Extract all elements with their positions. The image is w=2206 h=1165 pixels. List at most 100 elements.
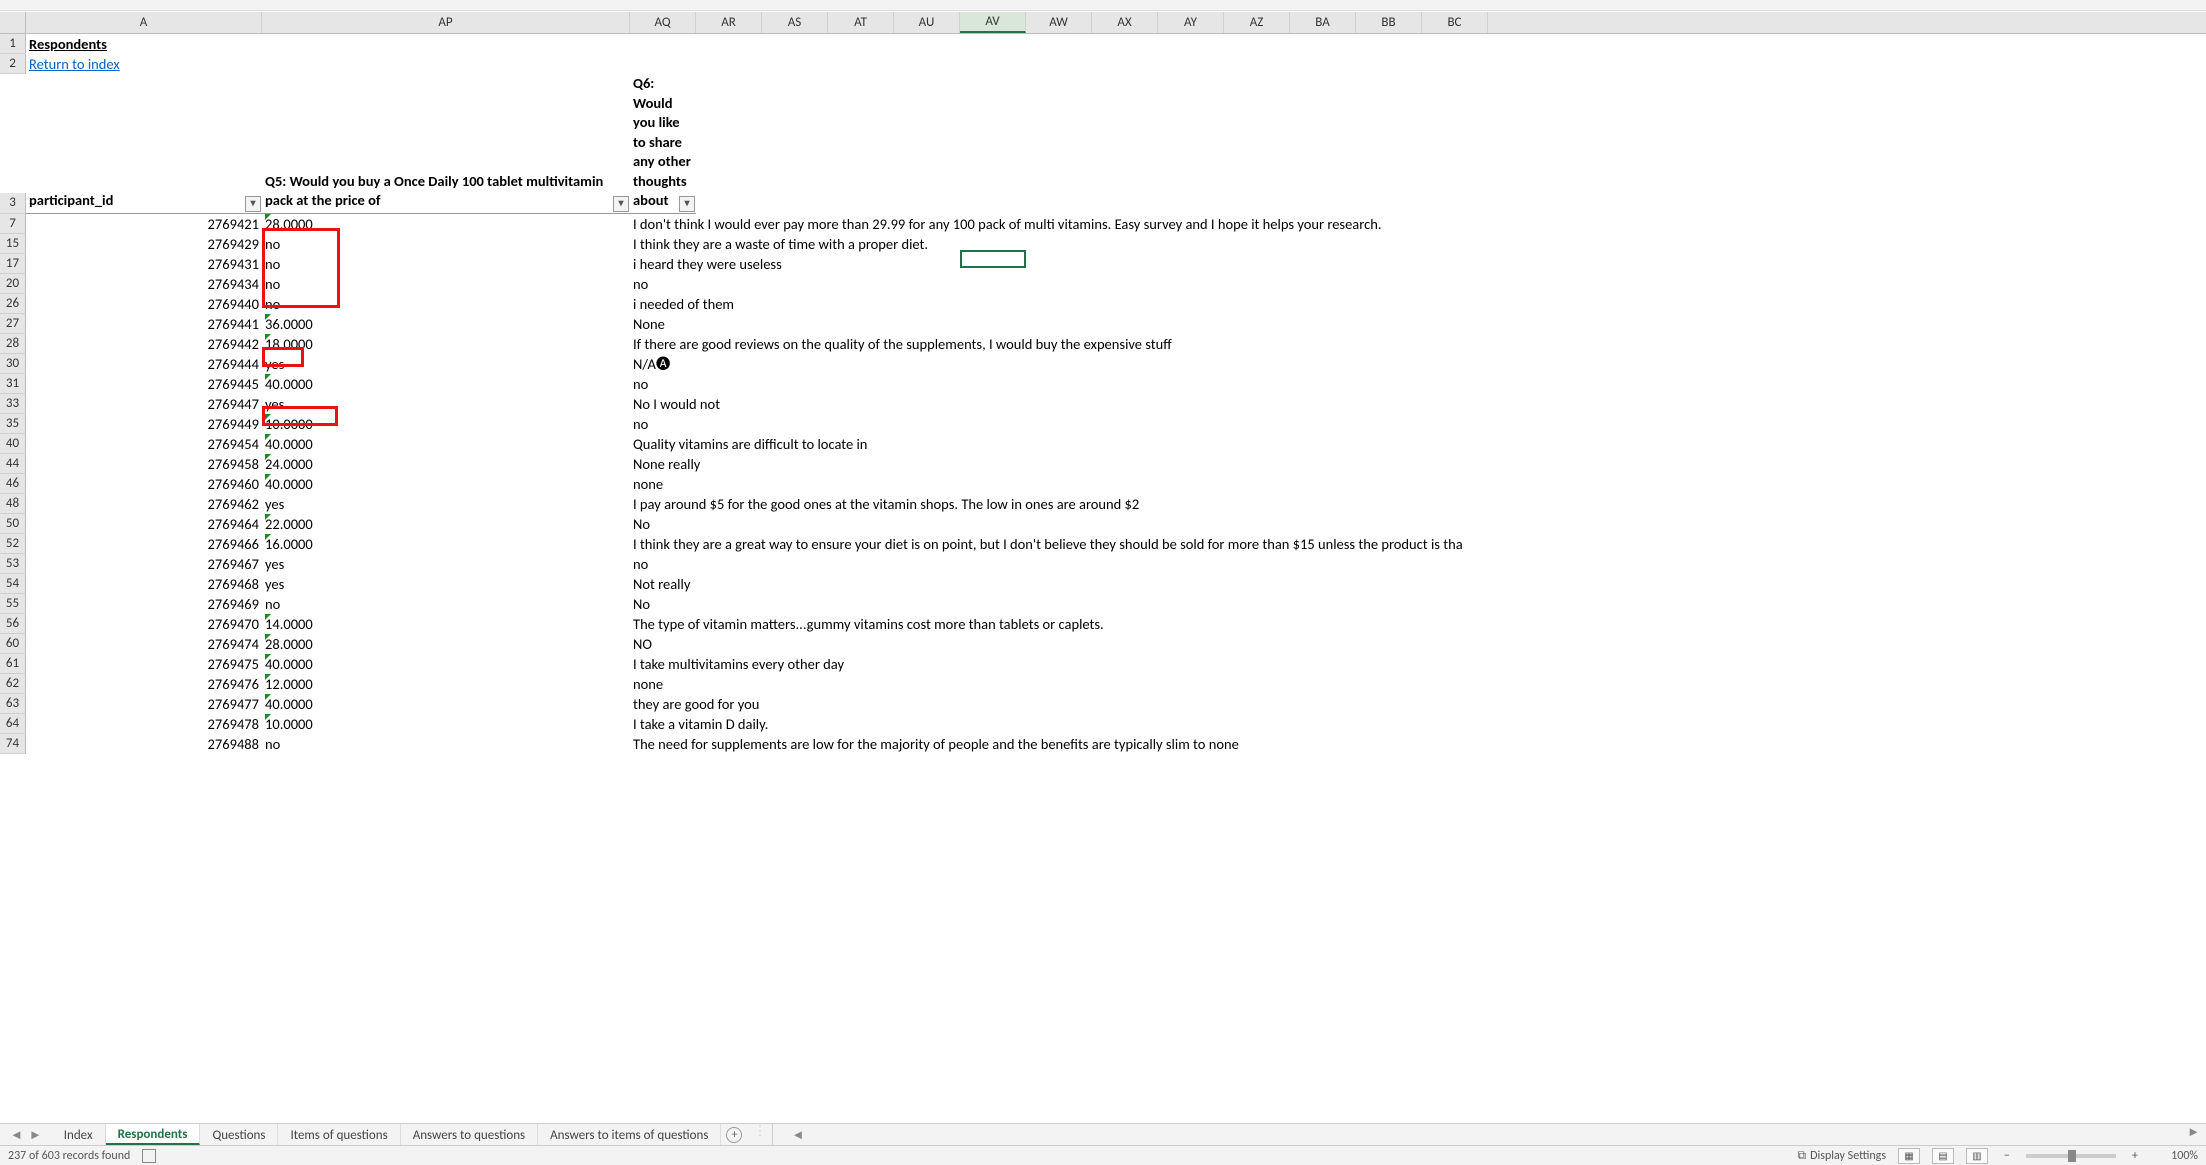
column-header-AP[interactable]: AP — [262, 12, 630, 33]
row-header[interactable]: 35 — [0, 414, 26, 434]
row-header[interactable]: 53 — [0, 554, 26, 574]
cell-AQ[interactable]: Q6: Would you like to share any other th… — [630, 74, 696, 214]
cell-A[interactable]: participant_id — [26, 74, 262, 214]
cell-AP[interactable]: 16.0000 — [262, 534, 630, 554]
view-page-break-button[interactable]: ▥ — [1966, 1148, 1988, 1164]
cell-AP[interactable]: yes — [262, 354, 630, 374]
column-header-AS[interactable]: AS — [762, 12, 828, 33]
row-header[interactable]: 1 — [0, 34, 26, 54]
cell-AP[interactable]: 40.0000 — [262, 694, 630, 714]
cell-A[interactable]: 2769462 — [26, 494, 262, 514]
zoom-slider[interactable] — [2026, 1154, 2116, 1158]
cell-AQ[interactable]: i needed of them — [630, 294, 696, 314]
cell-AP[interactable]: 18.0000 — [262, 334, 630, 354]
filter-button-participant-id[interactable] — [245, 196, 261, 212]
sheet-tab-items-of-questions[interactable]: Items of questions — [278, 1124, 400, 1145]
sheet-title[interactable]: Respondents — [26, 34, 262, 54]
row-header[interactable]: 63 — [0, 694, 26, 714]
cell-AQ[interactable]: The need for supplements are low for the… — [630, 734, 696, 754]
cell-AQ[interactable]: If there are good reviews on the quality… — [630, 334, 696, 354]
cell-AP[interactable]: no — [262, 734, 630, 754]
row-header[interactable]: 7 — [0, 214, 26, 234]
cell-AP[interactable]: 10.0000 — [262, 414, 630, 434]
cell-A[interactable]: 2769488 — [26, 734, 262, 754]
cell-AP[interactable]: yes — [262, 394, 630, 414]
cell-A[interactable]: 2769458 — [26, 454, 262, 474]
cell-AQ[interactable]: None really — [630, 454, 696, 474]
row-header[interactable]: 27 — [0, 314, 26, 334]
row-header[interactable]: 60 — [0, 634, 26, 654]
cell-A[interactable]: 2769469 — [26, 594, 262, 614]
row-header[interactable]: 17 — [0, 254, 26, 274]
zoom-in-button[interactable]: + — [2128, 1149, 2142, 1163]
cell-AQ[interactable]: no — [630, 554, 696, 574]
row-header[interactable]: 31 — [0, 374, 26, 394]
cell-AP[interactable]: yes — [262, 494, 630, 514]
column-header-AT[interactable]: AT — [828, 12, 894, 33]
column-header-AR[interactable]: AR — [696, 12, 762, 33]
cell-AQ[interactable]: The type of vitamin matters...gummy vita… — [630, 614, 696, 634]
cell-A[interactable]: 2769478 — [26, 714, 262, 734]
sheet-tab-answers-to-questions[interactable]: Answers to questions — [401, 1124, 538, 1145]
zoom-out-button[interactable]: − — [2000, 1149, 2014, 1163]
sheet-tab-answers-to-items-of-questions[interactable]: Answers to items of questions — [538, 1124, 721, 1145]
cell-AQ[interactable]: Not really — [630, 574, 696, 594]
column-header-BB[interactable]: BB — [1356, 12, 1422, 33]
cell-AP[interactable]: no — [262, 274, 630, 294]
cell-A[interactable]: 2769429 — [26, 234, 262, 254]
cell-AP[interactable]: 40.0000 — [262, 474, 630, 494]
cell-AQ[interactable]: no — [630, 414, 696, 434]
zoom-level-button[interactable]: 100% — [2154, 1149, 2198, 1163]
column-header-AW[interactable]: AW — [1026, 12, 1092, 33]
row-header[interactable]: 52 — [0, 534, 26, 554]
cell-AQ[interactable]: I think they are a waste of time with a … — [630, 234, 696, 254]
cell-AP[interactable]: no — [262, 594, 630, 614]
cell-A[interactable]: 2769468 — [26, 574, 262, 594]
cell-A[interactable]: 2769447 — [26, 394, 262, 414]
row-header[interactable]: 30 — [0, 354, 26, 374]
cell-AQ[interactable]: I think they are a great way to ensure y… — [630, 534, 696, 554]
cell-AQ[interactable]: NO — [630, 634, 696, 654]
cell-A[interactable]: 2769442 — [26, 334, 262, 354]
cell-A[interactable]: 2769460 — [26, 474, 262, 494]
cell-AP[interactable]: 28.0000 — [262, 214, 630, 234]
column-header-AX[interactable]: AX — [1092, 12, 1158, 33]
cell-AQ[interactable]: I pay around $5 for the good ones at the… — [630, 494, 696, 514]
cell-A[interactable]: 2769449 — [26, 414, 262, 434]
row-header[interactable]: 28 — [0, 334, 26, 354]
cell-A[interactable]: 2769466 — [26, 534, 262, 554]
row-header[interactable]: 15 — [0, 234, 26, 254]
row-header[interactable]: 48 — [0, 494, 26, 514]
cell-AP[interactable]: no — [262, 254, 630, 274]
cell-AQ[interactable]: No I would not — [630, 394, 696, 414]
horizontal-scrollbar[interactable]: ◄ — [772, 1124, 2181, 1145]
return-to-index-link[interactable]: Return to index — [29, 55, 120, 73]
cell-AP[interactable]: 36.0000 — [262, 314, 630, 334]
cell-A[interactable]: 2769464 — [26, 514, 262, 534]
select-all-corner[interactable] — [0, 12, 26, 33]
cell-AP[interactable]: 14.0000 — [262, 614, 630, 634]
cell-A[interactable]: 2769421 — [26, 214, 262, 234]
cell-A[interactable]: Return to index — [26, 54, 262, 74]
cell-AP[interactable]: 28.0000 — [262, 634, 630, 654]
row-header[interactable]: 54 — [0, 574, 26, 594]
cell-AQ[interactable]: I take multivitamins every other day — [630, 654, 696, 674]
cell-A[interactable]: 2769444 — [26, 354, 262, 374]
cell-AP[interactable]: no — [262, 294, 630, 314]
filter-button-q5[interactable] — [613, 196, 629, 212]
display-settings-button[interactable]: ⧉ Display Settings — [1798, 1149, 1886, 1163]
column-header-BA[interactable]: BA — [1290, 12, 1356, 33]
zoom-slider-thumb[interactable] — [2068, 1150, 2076, 1162]
column-header-AY[interactable]: AY — [1158, 12, 1224, 33]
row-header[interactable]: 62 — [0, 674, 26, 694]
cell-A[interactable]: 2769477 — [26, 694, 262, 714]
cell-AP[interactable]: 40.0000 — [262, 654, 630, 674]
cell-A[interactable]: 2769431 — [26, 254, 262, 274]
cell-AQ[interactable]: they are good for you — [630, 694, 696, 714]
cell-AP[interactable]: yes — [262, 554, 630, 574]
cell-AQ[interactable]: none — [630, 674, 696, 694]
row-header[interactable]: 50 — [0, 514, 26, 534]
cell-AP[interactable]: Q5: Would you buy a Once Daily 100 table… — [262, 74, 630, 214]
cell-AP[interactable]: 12.0000 — [262, 674, 630, 694]
cell-AP[interactable]: no — [262, 234, 630, 254]
